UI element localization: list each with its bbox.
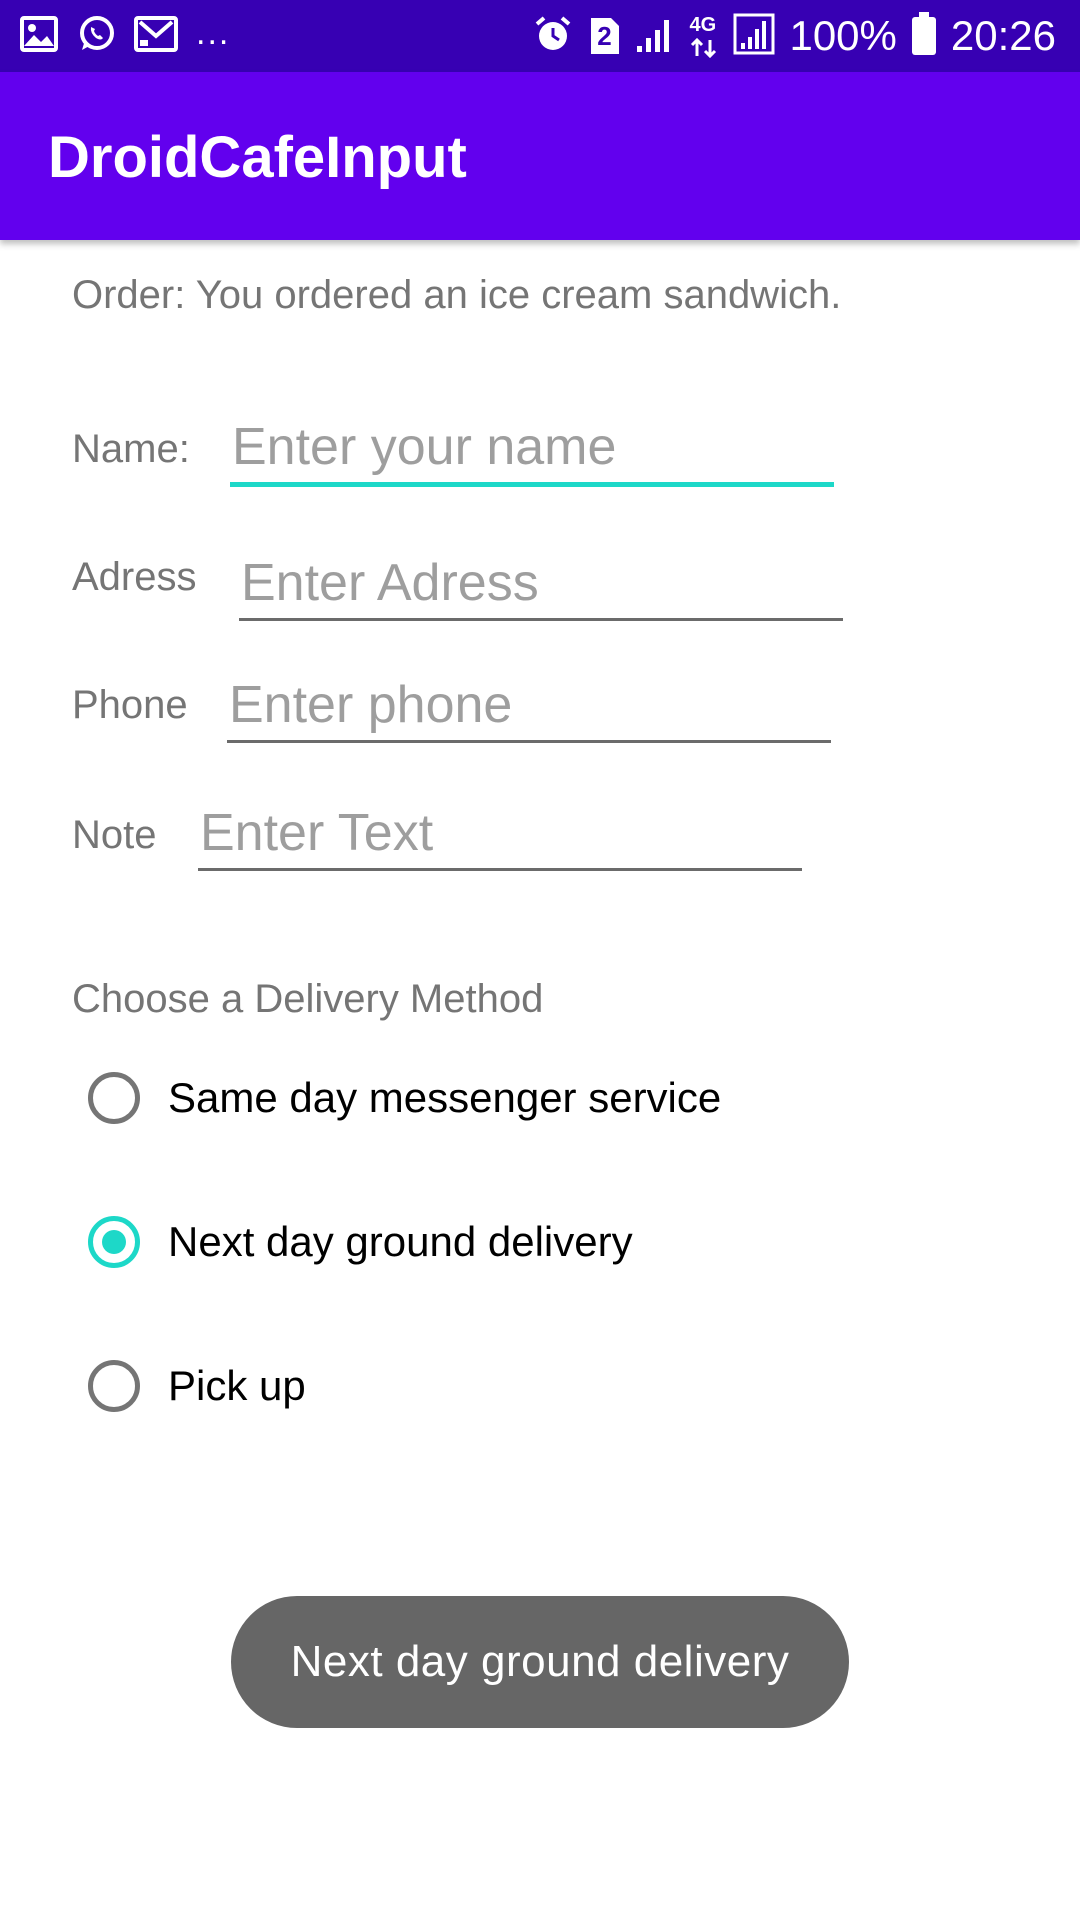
radio-label: Pick up [168,1362,306,1409]
radio-label: Next day ground delivery [168,1218,633,1265]
battery-percent: 100% [789,12,897,59]
4g-icon: 4G [689,14,719,58]
app-title: DroidCafeInput [48,125,467,190]
status-bar-system: 2 4G 100% 20:26 [533,10,1056,62]
address-label: Adress [72,555,197,599]
clock: 20:26 [950,12,1056,59]
toast-message: Next day ground delivery [290,1637,790,1686]
sim-2-icon: 2 [587,16,621,56]
image-icon [20,15,58,57]
radio-same-day[interactable]: Same day messenger service [88,1062,721,1134]
app-bar: DroidCafeInput [0,72,1080,240]
signal-icon [635,14,675,59]
network-type: 4G [689,14,717,36]
mail-icon [134,15,178,57]
alarm-icon [533,14,573,59]
toast: Next day ground delivery [231,1596,849,1728]
radio-label: Same day messenger service [168,1074,722,1121]
delivery-heading: Choose a Delivery Method [72,977,544,1021]
radio-next-day[interactable]: Next day ground delivery [88,1206,633,1278]
whatsapp-icon [76,14,116,59]
signal-full-icon [733,13,775,60]
note-label: Note [72,813,157,857]
note-input[interactable] [198,798,802,871]
status-bar-notifications: ... [20,14,230,58]
radio-button[interactable] [88,1360,140,1412]
status-bar: ... 2 4G 100% 20:26 [0,0,1080,72]
radio-pick-up[interactable]: Pick up [88,1350,306,1422]
radio-button[interactable] [88,1072,140,1124]
screen: ... 2 4G 100% 20:26 DroidCafeInput Order… [0,0,1080,1920]
name-label: Name: [72,427,190,471]
overflow-indicator: ... [196,13,231,52]
radio-button-checked[interactable] [88,1216,140,1268]
phone-label: Phone [72,683,188,727]
order-text: Order: You ordered an ice cream sandwich… [72,273,842,317]
battery-icon [911,11,937,61]
phone-input[interactable] [227,670,831,743]
name-input[interactable] [230,412,834,487]
sim-number: 2 [597,21,612,51]
address-input[interactable] [239,548,843,621]
